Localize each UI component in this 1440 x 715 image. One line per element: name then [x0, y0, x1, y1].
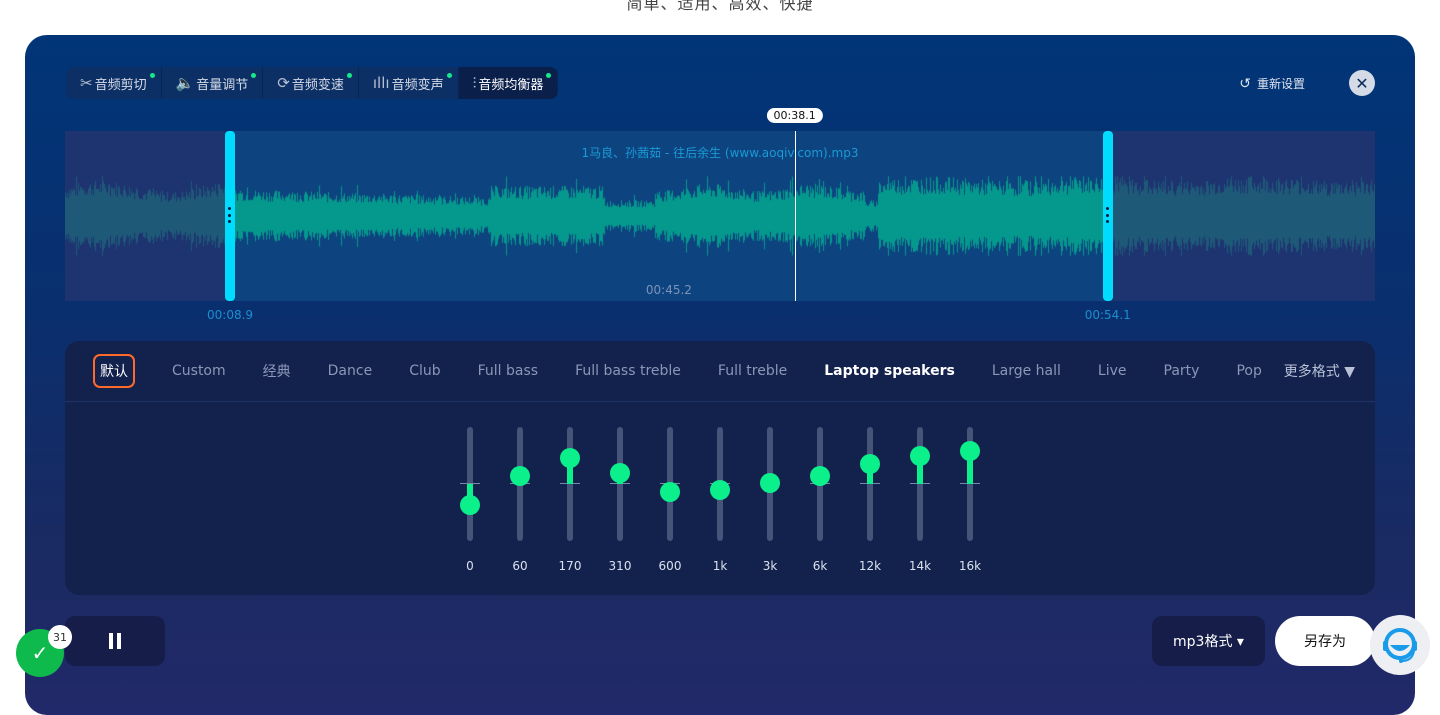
preset-经典[interactable]: 经典 [263, 361, 291, 381]
preset-laptop-speakers[interactable]: Laptop speakers [824, 363, 955, 379]
status-dot [251, 73, 257, 78]
preset-party[interactable]: Party [1164, 363, 1200, 379]
tab-label: 音量调节 [196, 77, 249, 93]
close-button[interactable]: ✕ [1349, 70, 1375, 96]
tab-label: 音频均衡器 [478, 77, 544, 93]
reset-icon: ↺ [1239, 75, 1251, 92]
slider-track[interactable] [567, 427, 573, 541]
selection-end-handle[interactable] [1102, 131, 1113, 301]
slider-knob[interactable] [660, 482, 680, 503]
customer-support-button[interactable] [1370, 615, 1430, 675]
selection-duration: 00:45.2 [645, 283, 692, 297]
file-name: 1马良、孙茜茹 - 往后余生 (www.aoqiv.com).mp3 [581, 146, 859, 160]
preset-list: 默认 Custom 经典 Dance Club Full bass Full bass tr… [65, 341, 1375, 402]
tab-label: 音频剪切 [94, 77, 147, 93]
slider-knob[interactable] [860, 453, 880, 474]
playhead-time: 00:38.1 [766, 108, 823, 123]
start-time: 00:08.9 [207, 308, 254, 322]
status-dot [446, 73, 452, 78]
tab-speed[interactable]: ⟳ 音频变速 [263, 67, 359, 99]
tool-tabs: ✂ 音频剪切 🔈 音量调节 ⟳ 音频变速 ıllı 音频变声 ⫶ 音频均衡器 [66, 67, 559, 99]
preset-custom[interactable]: Custom [172, 363, 226, 379]
preset-full-bass-treble[interactable]: Full bass treble [575, 363, 681, 379]
pause-button[interactable] [65, 616, 165, 666]
status-dot [149, 73, 155, 78]
preset-pop[interactable]: Pop [1236, 363, 1261, 379]
format-dropdown[interactable]: mp3格式 ▾ [1152, 616, 1265, 666]
scissors-icon: ✂ [80, 74, 93, 92]
speaker-icon: 🔈 [175, 74, 195, 92]
slider-knob[interactable] [460, 495, 480, 516]
headset-icon [1383, 628, 1417, 663]
playhead[interactable]: 00:38.1 [766, 108, 823, 301]
preset-默认[interactable]: 默认 [93, 354, 135, 388]
speed-icon: ⟳ [277, 74, 290, 92]
slider-knob[interactable] [910, 446, 930, 467]
reset-label: 重新设置 [1256, 77, 1305, 91]
grip-icon [1105, 207, 1109, 223]
slider-knob[interactable] [760, 473, 780, 494]
audio-editor-panel: ✂ 音频剪切 🔈 音量调节 ⟳ 音频变速 ıllı 音频变声 ⫶ 音频均衡器 ↺ 重新设置 ✕ 1… [25, 35, 1415, 715]
tab-label: 音频变声 [391, 77, 444, 93]
status-dot [546, 73, 552, 78]
preset-large-hall[interactable]: Large hall [992, 363, 1061, 379]
reset-button[interactable]: ↺ 重新设置 [1239, 75, 1305, 92]
selection-start-handle[interactable] [225, 131, 236, 301]
preset-dance[interactable]: Dance [328, 363, 373, 379]
slider-knob[interactable] [610, 462, 630, 483]
check-icon: ✓ [31, 641, 49, 665]
slider-knob[interactable] [560, 448, 580, 469]
preset-full-treble[interactable]: Full treble [718, 363, 787, 379]
pause-icon [109, 633, 121, 649]
waveform-editor[interactable]: 1马良、孙茜茹 - 往后余生 (www.aoqiv.com).mp3 00:45… [65, 108, 1375, 301]
close-icon: ✕ [1355, 73, 1369, 93]
grip-icon [228, 207, 232, 223]
save-as-button[interactable]: 另存为 [1275, 616, 1375, 666]
preset-full-bass[interactable]: Full bass [478, 363, 538, 379]
preset-club[interactable]: Club [409, 363, 440, 379]
tab-voice-wave[interactable]: ıllı 音频变声 [358, 67, 459, 99]
slider-knob[interactable] [810, 465, 830, 486]
equalizer-panel: 默认 Custom 经典 Dance Club Full bass Full bass tr… [65, 341, 1375, 595]
tab-equalizer[interactable]: ⫶ 音频均衡器 [458, 67, 559, 99]
voice-wave-icon: ıllı [372, 74, 390, 92]
preset-live[interactable]: Live [1098, 363, 1127, 379]
slider-track[interactable] [617, 427, 623, 541]
slider-knob[interactable] [960, 441, 980, 462]
equalizer-icon: ⫶ [472, 74, 477, 92]
end-time: 00:54.1 [1084, 308, 1131, 322]
slider-knob[interactable] [710, 480, 730, 501]
tab-speaker[interactable]: 🔈 音量调节 [161, 67, 264, 99]
tab-label: 音频变速 [291, 77, 344, 93]
task-count-badge: 31 [48, 625, 72, 649]
slider-track[interactable] [867, 427, 873, 541]
slider-knob[interactable] [510, 465, 530, 486]
tagline: 简单、适用、高效、快捷 [626, 0, 814, 13]
status-dot [346, 73, 352, 78]
band-label: 16k [958, 559, 982, 573]
slider-track[interactable] [917, 427, 923, 541]
more-presets-dropdown[interactable]: 更多格式 ▼ [1284, 361, 1355, 381]
tab-scissors[interactable]: ✂ 音频剪切 [66, 67, 162, 99]
